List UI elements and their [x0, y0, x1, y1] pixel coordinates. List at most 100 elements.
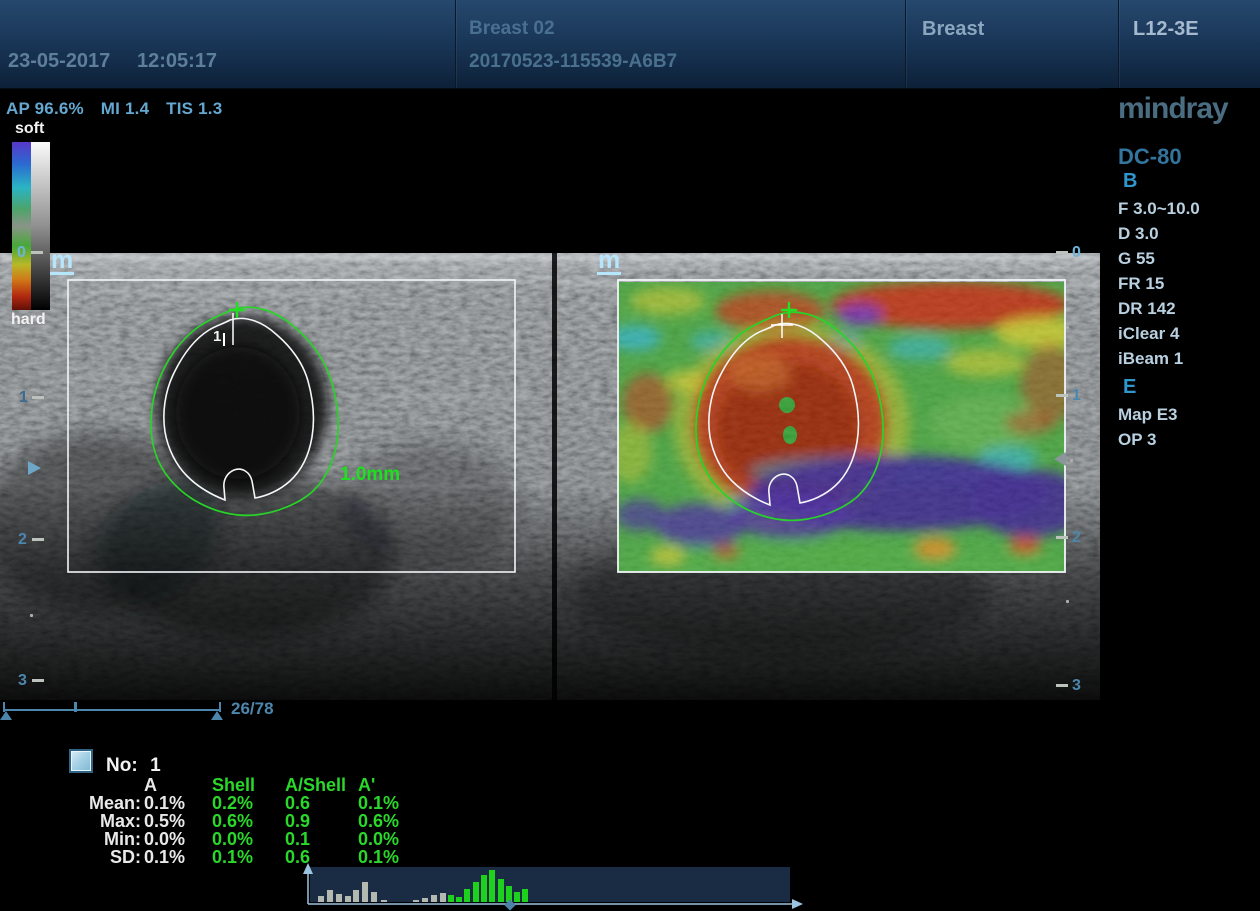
- max-a: 0.5%: [142, 812, 211, 830]
- mean-shell: 0.2%: [211, 794, 284, 812]
- min-shell: 0.0%: [211, 830, 284, 848]
- ruler-dash: [1056, 684, 1068, 687]
- mean-a-shell: 0.6: [284, 794, 357, 812]
- max-a-prime: 0.6%: [357, 812, 437, 830]
- depth-mark-3: 3: [1072, 679, 1081, 693]
- mean-a: 0.1%: [142, 794, 211, 812]
- param-gain: G 55: [1118, 246, 1200, 271]
- shell-distance-label: 1.0mm: [340, 464, 400, 486]
- depth-mark-0: 0: [1072, 246, 1081, 260]
- depth-mark-0: 0: [17, 246, 26, 260]
- mechanical-index: MI 1.4: [101, 99, 149, 118]
- ruler-dash: [32, 396, 44, 399]
- min-a-prime: 0.0%: [357, 830, 437, 848]
- topbar-divider: [1118, 0, 1119, 88]
- elasto-colorbar: [12, 142, 50, 310]
- max-a-shell: 0.9: [284, 812, 357, 830]
- acoustic-status: AP 96.6% MI 1.4 TIS 1.3: [6, 99, 234, 119]
- focus-marker-right[interactable]: [1054, 452, 1066, 466]
- results-table: A Shell A/Shell A' Mean: 0.1% 0.2% 0.6 0…: [0, 776, 437, 866]
- up-arrow-icon: [303, 863, 313, 874]
- acoustic-power: AP 96.6%: [6, 99, 84, 118]
- results-no-label: No:: [106, 755, 138, 776]
- bmode-header: B: [1123, 170, 1137, 193]
- cine-position-tick[interactable]: [74, 702, 77, 712]
- col-header-a-prime: A': [357, 776, 437, 794]
- pane-divider: [552, 253, 557, 700]
- row-label-mean: Mean:: [0, 794, 142, 812]
- cine-frame-counter: 26/78: [231, 699, 274, 719]
- sidebar: mindray DC-80 B F 3.0~10.0 D 3.0 G 55 FR…: [1100, 88, 1260, 910]
- ruler-dash: [1056, 251, 1068, 254]
- min-a-shell: 0.1: [284, 830, 357, 848]
- mindray-watermark-right: m: [597, 249, 621, 275]
- sd-a: 0.1%: [142, 848, 211, 866]
- ruler-dot: [1066, 600, 1069, 603]
- depth-mark-2: 2: [18, 533, 27, 547]
- gray-gradient: [31, 142, 50, 310]
- depth-mark-1: 1: [1072, 389, 1081, 403]
- min-a: 0.0%: [142, 830, 211, 848]
- top-info-bar: 23-05-2017 12:05:17 Breast 02 20170523-1…: [0, 0, 1260, 89]
- ruler-dash: [32, 679, 44, 682]
- col-header-a: A: [142, 776, 211, 794]
- probe-label: L12-3E: [1133, 18, 1199, 41]
- elasto-color-gradient: [12, 142, 31, 310]
- elasto-params: Map E3 OP 3: [1118, 402, 1178, 452]
- cine-right-handle[interactable]: [211, 711, 223, 720]
- cine-track[interactable]: [3, 709, 221, 711]
- param-map: Map E3: [1118, 402, 1178, 427]
- depth-mark-2: 2: [1072, 531, 1081, 545]
- elastogram-overlay: [608, 281, 1090, 583]
- results-number: No: 1: [106, 755, 161, 777]
- ruler-dot: [1070, 459, 1073, 462]
- elasto-header: E: [1123, 376, 1136, 399]
- ruler-dot: [30, 614, 33, 617]
- caliper-number-label: 1: [213, 328, 221, 345]
- ruler-dash: [31, 251, 43, 254]
- param-frame-rate: FR 15: [1118, 271, 1200, 296]
- results-no-value: 1: [150, 755, 161, 776]
- system-date: 23-05-2017: [8, 50, 110, 73]
- col-header-a-shell: A/Shell: [284, 776, 357, 794]
- patient-name: Breast 02: [469, 18, 555, 40]
- ruler-dash: [1056, 536, 1068, 539]
- histogram-axes: [298, 860, 818, 910]
- ultrasound-display-area: [0, 253, 1100, 700]
- param-dynamic-range: DR 142: [1118, 296, 1200, 321]
- depth-mark-1: 1: [19, 391, 28, 405]
- param-depth: D 3.0: [1118, 221, 1200, 246]
- col-header-shell: Shell: [211, 776, 284, 794]
- depth-mark-3: 3: [18, 674, 27, 688]
- elasto-scale-hard-label: hard: [11, 311, 46, 329]
- topbar-divider: [905, 0, 906, 88]
- header-spacer: [0, 776, 142, 794]
- ruler-dot: [1066, 326, 1069, 329]
- exam-id: 20170523-115539-A6B7: [469, 51, 677, 73]
- ultrasound-screen: { "header": { "date": "23-05-2017", "tim…: [0, 0, 1260, 910]
- mean-a-prime: 0.1%: [357, 794, 437, 812]
- row-label-max: Max:: [0, 812, 142, 830]
- param-ibeam: iBeam 1: [1118, 346, 1200, 371]
- system-time: 12:05:17: [137, 50, 217, 73]
- exam-type: Breast: [922, 18, 984, 41]
- param-op: OP 3: [1118, 427, 1178, 452]
- topbar-divider: [455, 0, 456, 88]
- row-label-sd: SD:: [0, 848, 142, 866]
- param-iclear: iClear 4: [1118, 321, 1200, 346]
- ruler-dash: [1056, 394, 1068, 397]
- cine-left-handle[interactable]: [0, 711, 12, 720]
- mindray-logo: mindray: [1118, 92, 1228, 126]
- bmode-params: F 3.0~10.0 D 3.0 G 55 FR 15 DR 142 iClea…: [1118, 196, 1200, 371]
- row-label-min: Min:: [0, 830, 142, 848]
- thermal-index: TIS 1.3: [166, 99, 222, 118]
- max-shell: 0.6%: [211, 812, 284, 830]
- model-label: DC-80: [1118, 144, 1182, 170]
- ruler-dash: [32, 538, 44, 541]
- focus-marker-left[interactable]: [28, 461, 41, 475]
- results-checkbox[interactable]: [69, 749, 93, 773]
- sd-shell: 0.1%: [211, 848, 284, 866]
- param-frequency: F 3.0~10.0: [1118, 196, 1200, 221]
- right-arrow-icon: [792, 899, 803, 909]
- mindray-watermark-left: m: [50, 249, 74, 275]
